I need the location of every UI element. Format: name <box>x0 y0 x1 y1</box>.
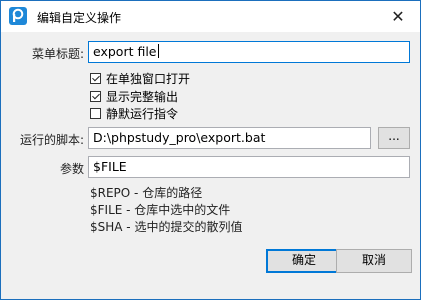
menu-title-value: export file <box>93 44 157 59</box>
browse-button[interactable]: ... <box>378 127 410 149</box>
open-in-separate-window-checkbox[interactable]: 在单独窗口打开 <box>90 71 191 86</box>
run-silently-label: 静默运行指令 <box>106 106 179 121</box>
checkbox-checked-icon[interactable] <box>90 72 101 84</box>
app-logo-icon <box>9 7 27 25</box>
params-label: 参数 <box>59 162 84 176</box>
params-input[interactable]: $FILE <box>88 156 410 178</box>
window-title: 编辑自定义操作 <box>37 11 122 25</box>
checkbox-checked-icon[interactable] <box>90 90 101 102</box>
help-line-sha: $SHA - 选中的提交的散列值 <box>90 220 243 234</box>
title-bar[interactable]: 编辑自定义操作 ✕ <box>1 1 420 32</box>
close-icon[interactable]: ✕ <box>376 1 420 32</box>
open-in-separate-window-label: 在单独窗口打开 <box>106 71 191 86</box>
run-silently-checkbox[interactable]: 静默运行指令 <box>90 106 179 121</box>
ok-button[interactable]: 确定 <box>266 249 342 273</box>
help-line-file: $FILE - 仓库中选中的文件 <box>90 203 231 217</box>
script-path-input[interactable]: D:\phpstudy_pro\export.bat <box>88 127 371 149</box>
menu-title-label: 菜单标题: <box>31 47 84 61</box>
checkbox-unchecked-icon[interactable] <box>90 107 101 119</box>
show-full-output-label: 显示完整输出 <box>106 89 179 104</box>
script-label: 运行的脚本: <box>19 133 84 147</box>
show-full-output-checkbox[interactable]: 显示完整输出 <box>90 89 179 104</box>
edit-custom-action-dialog: 编辑自定义操作 ✕ 菜单标题: export file 在单独窗口打开 显示完整… <box>0 0 421 300</box>
menu-title-input[interactable]: export file <box>88 41 410 63</box>
text-caret <box>157 44 159 58</box>
cancel-button[interactable]: 取消 <box>336 249 412 273</box>
help-line-repo: $REPO - 仓库的路径 <box>90 186 203 200</box>
